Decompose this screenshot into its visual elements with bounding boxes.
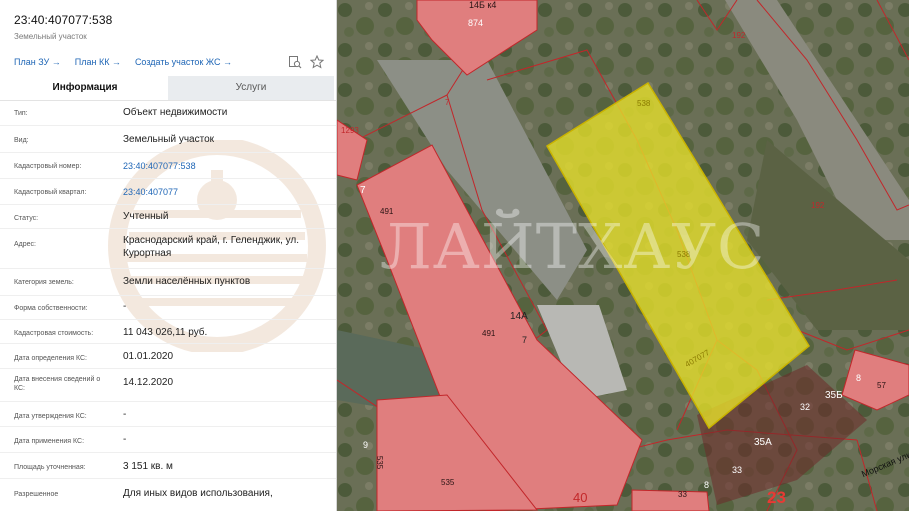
row-label: Статус: <box>14 215 39 222</box>
attribute-table: Тип: Объект недвижимости Вид: Земельный … <box>0 100 336 509</box>
create-zhs-link[interactable]: Создать участок ЖС → <box>135 57 232 76</box>
row-value: Земли населённых пунктов <box>123 276 251 287</box>
row-value: - <box>123 434 127 445</box>
cadastral-number-link[interactable]: 23:40:407077:538 <box>123 153 336 178</box>
star-icon[interactable] <box>310 55 324 69</box>
row-value: Земельный участок <box>123 134 215 145</box>
search-document-icon[interactable] <box>288 55 302 69</box>
row-label: Дата применения КС: <box>14 438 85 445</box>
row-label: Дата внесения сведений о КС: <box>14 376 101 392</box>
row-ownership: Форма собственности: - <box>0 296 336 320</box>
row-type: Тип: Объект недвижимости <box>0 101 336 126</box>
label-192b: 192 <box>811 201 825 210</box>
row-entry-date: Дата внесения сведений о КС: 14.12.2020 <box>0 369 336 402</box>
tab-info[interactable]: Информация <box>2 76 168 100</box>
panel-tabs: Информация Услуги <box>2 76 334 100</box>
parcel-type-subtitle: Земельный участок <box>14 32 87 41</box>
row-label: Категория земель: <box>14 279 74 286</box>
row-cadastral-quarter: Кадастровый квартал: 23:40:407077 <box>0 179 336 205</box>
row-label: Вид: <box>14 137 29 144</box>
plan-kk-link[interactable]: План КК → <box>75 57 121 76</box>
panel-tools <box>288 55 324 69</box>
row-cadastral-value: Кадастровая стоимость: 11 043 026,11 руб… <box>0 320 336 344</box>
label-40: 40 <box>573 490 588 505</box>
label-33b: 33 <box>678 490 687 499</box>
row-label: Площадь уточненная: <box>14 464 86 471</box>
label-535a: 535 <box>375 455 385 470</box>
row-permitted-use: Разрешенное Для иных видов использования… <box>0 479 336 509</box>
row-value: - <box>123 409 127 420</box>
row-label: Дата определения КС: <box>14 355 87 362</box>
parcel-info-panel: 23:40:407077:538 Земельный участок План … <box>0 0 337 511</box>
row-application-date: Дата применения КС: - <box>0 427 336 453</box>
tab-services[interactable]: Услуги <box>168 76 334 100</box>
row-area: Площадь уточненная: 3 151 кв. м <box>0 453 336 479</box>
label-8: 8 <box>856 373 862 383</box>
plan-zu-link[interactable]: План ЗУ → <box>14 57 61 76</box>
map-view[interactable]: 14Б к4 874 192 7 1293 7 491 538 538 192 … <box>337 0 909 511</box>
label-9: 9 <box>363 440 369 450</box>
label-57: 57 <box>877 381 886 390</box>
row-address: Адрес: Краснодарский край, г. Геленджик,… <box>0 229 336 269</box>
label-14b-k4: 14Б к4 <box>469 0 497 10</box>
row-value: 14.12.2020 <box>123 377 174 388</box>
row-status: Статус: Учтенный <box>0 205 336 229</box>
label-7c: 7 <box>522 335 528 345</box>
row-label: Адрес: <box>14 241 36 248</box>
row-value: Учтенный <box>123 211 169 222</box>
label-1293: 1293 <box>341 126 359 135</box>
label-8b: 8 <box>704 480 710 490</box>
row-label: Разрешенное <box>14 491 59 498</box>
cadastral-number-title: 23:40:407077:538 <box>14 13 113 27</box>
label-32: 32 <box>800 402 811 412</box>
cadastral-quarter-link[interactable]: 23:40:407077 <box>123 179 336 204</box>
label-33a: 33 <box>732 465 743 475</box>
plan-links: План ЗУ → План КК → Создать участок ЖС → <box>0 50 336 76</box>
label-535b: 535 <box>441 478 455 487</box>
row-valuation-date: Дата определения КС: 01.01.2020 <box>0 344 336 369</box>
label-192a: 192 <box>732 31 746 40</box>
map-canvas[interactable] <box>337 0 909 511</box>
label-538b: 538 <box>677 250 691 259</box>
row-label: Форма собственности: <box>14 305 88 312</box>
label-7b: 7 <box>360 185 366 196</box>
row-label: Дата утверждения КС: <box>14 413 87 420</box>
label-538a: 538 <box>637 99 651 108</box>
panel-header: 23:40:407077:538 Земельный участок <box>0 0 336 50</box>
building-33b <box>631 489 710 511</box>
label-35a: 35А <box>754 437 772 448</box>
row-kind: Вид: Земельный участок <box>0 126 336 153</box>
label-14a: 14А <box>510 311 528 322</box>
row-land-category: Категория земель: Земли населённых пункт… <box>0 269 336 296</box>
row-value: 11 043 026,11 руб. <box>123 327 208 338</box>
row-value: 3 151 кв. м <box>123 461 173 472</box>
row-value: Краснодарский край, г. Геленджик, ул. Ку… <box>123 235 300 259</box>
row-value: Объект недвижимости <box>123 107 228 118</box>
row-label: Кадастровая стоимость: <box>14 330 94 337</box>
row-cadastral-number: Кадастровый номер: 23:40:407077:538 <box>0 153 336 179</box>
label-35b: 35Б <box>825 390 843 401</box>
row-value: Для иных видов использования, <box>123 488 273 499</box>
label-874: 874 <box>468 18 484 28</box>
row-value: 01.01.2020 <box>123 351 174 362</box>
label-23: 23 <box>767 488 786 507</box>
row-label: Кадастровый квартал: <box>14 189 87 196</box>
row-approval-date: Дата утверждения КС: - <box>0 402 336 427</box>
label-491a: 491 <box>380 207 394 216</box>
row-value: - <box>123 301 127 312</box>
row-label: Тип: <box>14 110 28 117</box>
label-491b: 491 <box>482 329 496 338</box>
row-label: Кадастровый номер: <box>14 163 82 170</box>
label-7a: 7 <box>445 98 450 107</box>
